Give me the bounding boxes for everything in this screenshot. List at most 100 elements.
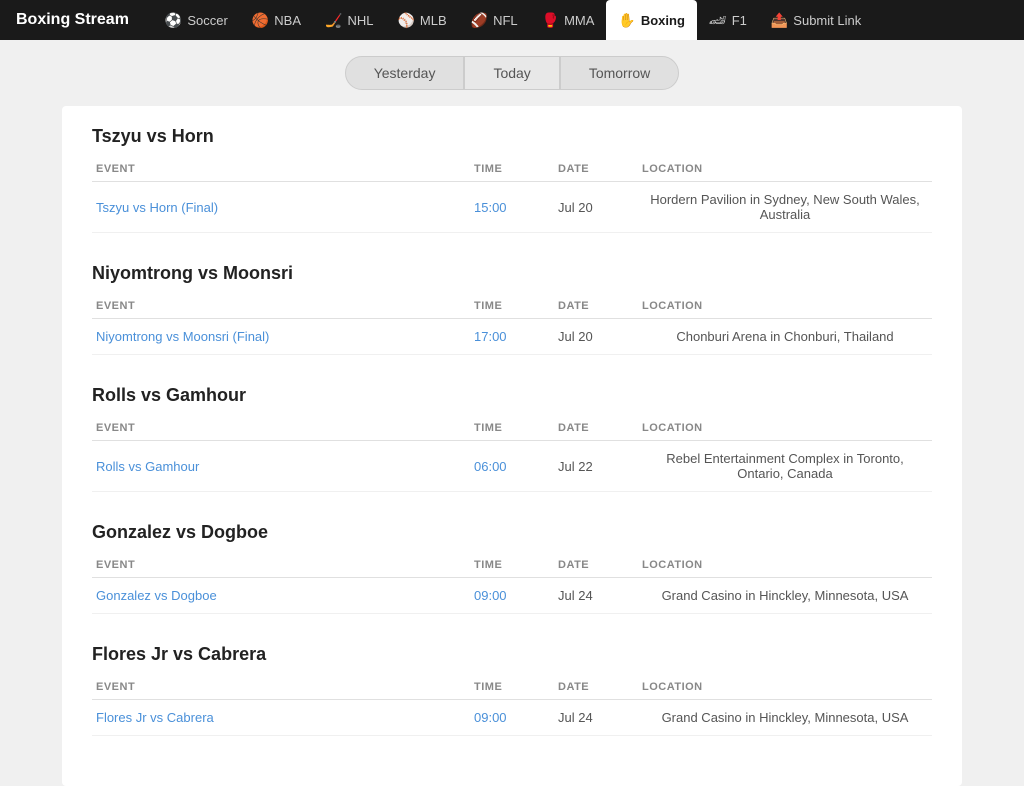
nav-item-nhl[interactable]: 🏒 NHL <box>313 0 385 40</box>
nav-label: MLB <box>420 13 447 28</box>
nav-label: Soccer <box>187 13 227 28</box>
location-cell: Hordern Pavilion in Sydney, New South Wa… <box>638 182 932 233</box>
col-header-event: EVENT <box>92 416 470 441</box>
event-cell: Gonzalez vs Dogboe <box>92 578 470 614</box>
nav-label: NHL <box>347 13 373 28</box>
mlb-icon: ⚾ <box>397 12 414 29</box>
date-cell: Jul 24 <box>554 700 638 736</box>
nba-icon: 🏀 <box>252 12 269 29</box>
filter-btn-today[interactable]: Today <box>464 56 559 90</box>
col-header-event: EVENT <box>92 675 470 700</box>
nav-item-nfl[interactable]: 🏈 NFL <box>459 0 530 40</box>
event-link[interactable]: Rolls vs Gamhour <box>96 459 199 474</box>
nav-item-f1[interactable]: 🏎 F1 <box>697 0 759 40</box>
nav-label: Submit Link <box>793 13 861 28</box>
col-header-time: TIME <box>470 157 554 182</box>
event-link[interactable]: Niyomtrong vs Moonsri (Final) <box>96 329 269 344</box>
section-0: Tszyu vs HornEVENTTIMEDATELOCATIONTszyu … <box>92 126 932 233</box>
location-cell: Grand Casino in Hinckley, Minnesota, USA <box>638 700 932 736</box>
section-title-4: Flores Jr vs Cabrera <box>92 644 932 665</box>
submit link-icon: 📤 <box>771 12 788 29</box>
table-row: Tszyu vs Horn (Final) 15:00Jul 20Hordern … <box>92 182 932 233</box>
location-cell: Rebel Entertainment Complex in Toronto, … <box>638 441 932 492</box>
nav-item-submit-link[interactable]: 📤 Submit Link <box>759 0 873 40</box>
table-row: Niyomtrong vs Moonsri (Final) 17:00Jul 20… <box>92 319 932 355</box>
time-cell: 17:00 <box>470 319 554 355</box>
col-header-time: TIME <box>470 675 554 700</box>
soccer-icon: ⚽ <box>165 12 182 29</box>
nav-item-mlb[interactable]: ⚾ MLB <box>385 0 458 40</box>
nav-item-mma[interactable]: 🥊 MMA <box>530 0 607 40</box>
col-header-event: EVENT <box>92 294 470 319</box>
date-cell: Jul 22 <box>554 441 638 492</box>
section-1: Niyomtrong vs Moonsri EVENTTIMEDATELOCATI… <box>92 263 932 355</box>
section-title-0: Tszyu vs Horn <box>92 126 932 147</box>
event-table-3: EVENTTIMEDATELOCATION Gonzalez vs Dogboe 0… <box>92 553 932 614</box>
col-header-date: DATE <box>554 416 638 441</box>
col-header-location: LOCATION <box>638 675 932 700</box>
event-cell: Niyomtrong vs Moonsri (Final) <box>92 319 470 355</box>
col-header-time: TIME <box>470 416 554 441</box>
col-header-time: TIME <box>470 294 554 319</box>
time-cell: 15:00 <box>470 182 554 233</box>
col-header-location: LOCATION <box>638 294 932 319</box>
date-cell: Jul 24 <box>554 578 638 614</box>
event-link[interactable]: Gonzalez vs Dogboe <box>96 588 217 603</box>
date-cell: Jul 20 <box>554 182 638 233</box>
event-cell: Rolls vs Gamhour <box>92 441 470 492</box>
section-2: Rolls vs GamhourEVENTTIMEDATELOCATIONRol… <box>92 385 932 492</box>
mma-icon: 🥊 <box>542 12 559 29</box>
col-header-location: LOCATION <box>638 157 932 182</box>
col-header-event: EVENT <box>92 157 470 182</box>
nav-item-nba[interactable]: 🏀 NBA <box>240 0 313 40</box>
date-cell: Jul 20 <box>554 319 638 355</box>
filter-btn-yesterday[interactable]: Yesterday <box>345 56 465 90</box>
brand-logo: Boxing Stream <box>16 11 129 29</box>
nav-label: MMA <box>564 13 594 28</box>
location-cell: Chonburi Arena in Chonburi, Thailand <box>638 319 932 355</box>
event-cell: Tszyu vs Horn (Final) <box>92 182 470 233</box>
section-title-1: Niyomtrong vs Moonsri <box>92 263 932 284</box>
main-content: Tszyu vs HornEVENTTIMEDATELOCATIONTszyu … <box>62 106 962 786</box>
location-cell: Grand Casino in Hinckley, Minnesota, USA <box>638 578 932 614</box>
navigation: Boxing Stream ⚽ Soccer 🏀 NBA 🏒 NHL ⚾ MLB 🏈 NFL 🥊 MM… <box>0 0 1024 40</box>
nav-item-soccer[interactable]: ⚽ Soccer <box>153 0 240 40</box>
f1-icon: 🏎 <box>709 12 727 29</box>
event-link[interactable]: Flores Jr vs Cabrera <box>96 710 214 725</box>
table-row: Rolls vs Gamhour 06:00Jul 22Rebel Enterta… <box>92 441 932 492</box>
col-header-event: EVENT <box>92 553 470 578</box>
section-3: Gonzalez vs DogboeEVENTTIMEDATELOCATIONG… <box>92 522 932 614</box>
section-4: Flores Jr vs CabreraEVENTTIMEDATELOCATIO… <box>92 644 932 736</box>
col-header-date: DATE <box>554 294 638 319</box>
time-cell: 09:00 <box>470 578 554 614</box>
section-title-3: Gonzalez vs Dogboe <box>92 522 932 543</box>
nav-label: F1 <box>732 13 747 28</box>
section-title-2: Rolls vs Gamhour <box>92 385 932 406</box>
time-cell: 09:00 <box>470 700 554 736</box>
filter-btn-tomorrow[interactable]: Tomorrow <box>560 56 679 90</box>
event-table-0: EVENTTIMEDATELOCATIONTszyu vs Horn (Fina… <box>92 157 932 233</box>
nhl-icon: 🏒 <box>325 12 342 29</box>
event-link[interactable]: Tszyu vs Horn (Final) <box>96 200 218 215</box>
event-table-4: EVENTTIMEDATELOCATIONFlores Jr vs Cabrer… <box>92 675 932 736</box>
event-table-1: EVENTTIMEDATELOCATIONNiyomtrong vs Moons… <box>92 294 932 355</box>
col-header-location: LOCATION <box>638 553 932 578</box>
nav-label: Boxing <box>641 13 685 28</box>
nav-label: NBA <box>274 13 301 28</box>
boxing-icon: ✋ <box>618 12 635 29</box>
col-header-date: DATE <box>554 675 638 700</box>
nav-items: ⚽ Soccer 🏀 NBA 🏒 NHL ⚾ MLB 🏈 NFL 🥊 MMA ✋ Boxing 🏎 F1 📤 Su… <box>153 0 873 40</box>
col-header-date: DATE <box>554 553 638 578</box>
col-header-time: TIME <box>470 553 554 578</box>
nav-item-boxing[interactable]: ✋ Boxing <box>606 0 697 40</box>
table-row: Flores Jr vs Cabrera 09:00Jul 24Grand Cas… <box>92 700 932 736</box>
time-cell: 06:00 <box>470 441 554 492</box>
event-table-2: EVENTTIMEDATELOCATION Rolls vs Gamhour 06:… <box>92 416 932 492</box>
filter-bar: YesterdayTodayTomorrow <box>0 40 1024 106</box>
nav-label: NFL <box>493 13 518 28</box>
event-cell: Flores Jr vs Cabrera <box>92 700 470 736</box>
table-row: Gonzalez vs Dogboe 09:00Jul 24Grand Casin… <box>92 578 932 614</box>
col-header-location: LOCATION <box>638 416 932 441</box>
col-header-date: DATE <box>554 157 638 182</box>
nfl-icon: 🏈 <box>471 12 488 29</box>
